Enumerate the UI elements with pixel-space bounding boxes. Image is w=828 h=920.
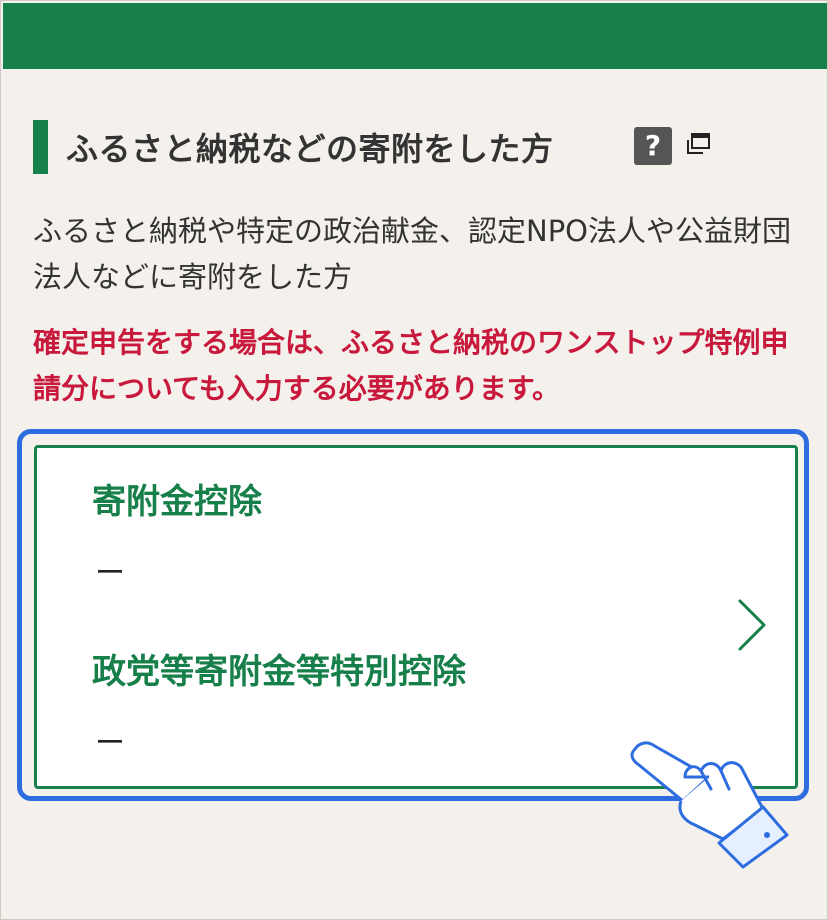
donation-deduction-label: 寄附金控除 bbox=[92, 482, 262, 522]
deduction-card[interactable]: 寄附金控除 ー 政党等寄附金等特別控除 ー bbox=[34, 445, 798, 789]
pointing-hand-icon bbox=[630, 741, 789, 869]
political-donation-deduction-label: 政党等寄附金等特別控除 bbox=[92, 652, 466, 692]
help-button[interactable]: ? bbox=[634, 127, 672, 165]
new-window-icon[interactable] bbox=[685, 132, 711, 156]
section-title-row: ふるさと納税などの寄附をした方 bbox=[33, 119, 554, 175]
notice-text: 確定申告をする場合は、ふるさと納税のワンストップ特例申請分についても入力する必要… bbox=[33, 326, 789, 405]
section-title: ふるさと納税などの寄附をした方 bbox=[66, 130, 554, 168]
page-frame: ふるさと納税などの寄附をした方 ? ふるさと納税や特定の政治献金、認定NPO法人… bbox=[0, 0, 828, 920]
header-bar bbox=[3, 3, 827, 69]
title-accent-bar bbox=[33, 120, 48, 174]
chevron-right-icon bbox=[738, 599, 766, 651]
political-donation-deduction-value: ー bbox=[95, 726, 125, 761]
donation-deduction-value: ー bbox=[95, 556, 125, 591]
section-description: ふるさと納税や特定の政治献金、認定NPO法人や公益財団法人などに寄附をした方 bbox=[33, 214, 792, 294]
